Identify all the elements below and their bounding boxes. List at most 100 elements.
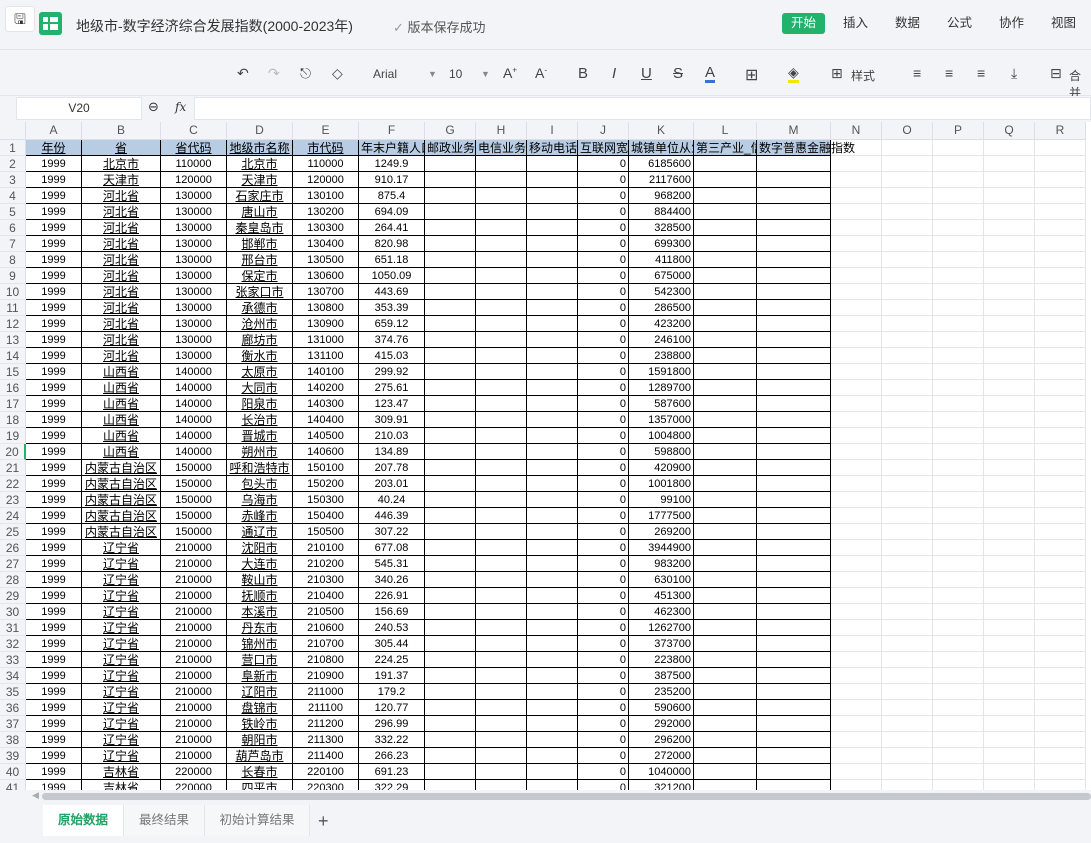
cell[interactable]: 1999 (26, 364, 82, 380)
cell[interactable]: 0 (578, 396, 629, 412)
cell[interactable] (425, 764, 476, 780)
cell[interactable] (984, 332, 1035, 348)
cell[interactable]: 545.31 (359, 556, 425, 572)
cell[interactable] (933, 172, 984, 188)
cell[interactable]: 659.12 (359, 316, 425, 332)
cell[interactable] (425, 380, 476, 396)
cell[interactable] (694, 364, 757, 380)
cell[interactable] (694, 780, 757, 790)
cell[interactable] (476, 636, 527, 652)
row-header[interactable]: 19 (0, 428, 26, 444)
cell-header[interactable]: 年份 (26, 140, 82, 156)
cell[interactable] (694, 588, 757, 604)
cell[interactable]: 0 (578, 684, 629, 700)
cell[interactable]: 0 (578, 572, 629, 588)
cell[interactable]: 1999 (26, 380, 82, 396)
cell[interactable] (757, 780, 831, 790)
cell[interactable]: 179.2 (359, 684, 425, 700)
cell[interactable] (476, 236, 527, 252)
cell[interactable] (831, 556, 882, 572)
cell[interactable] (694, 668, 757, 684)
cell[interactable]: 130000 (161, 220, 227, 236)
cell[interactable]: 0 (578, 748, 629, 764)
clear-format-icon[interactable]: ◇ (332, 65, 343, 82)
cell[interactable]: 0 (578, 348, 629, 364)
cell[interactable]: 211100 (293, 700, 359, 716)
cell[interactable] (933, 620, 984, 636)
decrease-font-icon[interactable]: A- (535, 65, 547, 81)
cell[interactable]: 210800 (293, 652, 359, 668)
cell[interactable] (882, 460, 933, 476)
cell[interactable]: 3944900 (629, 540, 694, 556)
cell[interactable] (1035, 348, 1086, 364)
name-box[interactable]: V20 (16, 97, 142, 120)
cell[interactable] (984, 268, 1035, 284)
cell[interactable] (425, 732, 476, 748)
menu-formula[interactable]: 公式 (938, 13, 981, 34)
cell[interactable]: 130300 (293, 220, 359, 236)
cell[interactable] (527, 748, 578, 764)
cell[interactable] (1035, 716, 1086, 732)
cell[interactable]: 吉林省 (82, 764, 161, 780)
cell[interactable]: 130000 (161, 284, 227, 300)
cell[interactable]: 420900 (629, 460, 694, 476)
column-header-m[interactable]: M (757, 122, 831, 140)
cell[interactable]: 山西省 (82, 444, 161, 460)
cell[interactable]: 210000 (161, 652, 227, 668)
row-header[interactable]: 22 (0, 476, 26, 492)
row-header[interactable]: 11 (0, 300, 26, 316)
cell[interactable] (882, 604, 933, 620)
cell[interactable] (831, 764, 882, 780)
cell[interactable]: 辽宁省 (82, 620, 161, 636)
cell[interactable]: 1999 (26, 236, 82, 252)
cell-header[interactable]: 省 (82, 140, 161, 156)
cell[interactable] (984, 732, 1035, 748)
cell[interactable]: 山西省 (82, 412, 161, 428)
cell[interactable] (831, 492, 882, 508)
cell[interactable] (831, 204, 882, 220)
cell[interactable] (476, 444, 527, 460)
cell[interactable] (933, 396, 984, 412)
cell[interactable]: 130000 (161, 316, 227, 332)
cell[interactable]: 辽宁省 (82, 652, 161, 668)
cell[interactable] (1035, 156, 1086, 172)
cell[interactable]: 朔州市 (227, 444, 293, 460)
cell[interactable] (882, 140, 933, 156)
cell[interactable] (527, 636, 578, 652)
cell[interactable] (882, 476, 933, 492)
cell[interactable] (476, 252, 527, 268)
cell[interactable]: 1050.09 (359, 268, 425, 284)
cell[interactable] (527, 412, 578, 428)
cell[interactable]: 河北省 (82, 300, 161, 316)
cell[interactable]: 1999 (26, 252, 82, 268)
cell[interactable] (831, 332, 882, 348)
cell[interactable] (757, 620, 831, 636)
cell[interactable]: 150000 (161, 492, 227, 508)
column-header-i[interactable]: I (527, 122, 578, 140)
column-header-h[interactable]: H (476, 122, 527, 140)
row-header[interactable]: 40 (0, 764, 26, 780)
cell[interactable] (757, 476, 831, 492)
sheet-tab-raw[interactable]: 原始数据 (43, 805, 124, 836)
cell[interactable]: 沈阳市 (227, 540, 293, 556)
cell[interactable]: 246100 (629, 332, 694, 348)
cell[interactable]: 1999 (26, 668, 82, 684)
cell[interactable]: 210000 (161, 748, 227, 764)
cell[interactable] (882, 252, 933, 268)
cell[interactable]: 286500 (629, 300, 694, 316)
cell[interactable] (831, 732, 882, 748)
sheet-tab-initial[interactable]: 初始计算结果 (205, 805, 310, 836)
row-header[interactable]: 4 (0, 188, 26, 204)
cell[interactable] (476, 572, 527, 588)
align-right-icon[interactable]: ≡ (977, 65, 985, 81)
cell[interactable]: 内蒙古自治区 (82, 508, 161, 524)
cell[interactable] (425, 588, 476, 604)
cell[interactable] (527, 556, 578, 572)
cell[interactable] (757, 284, 831, 300)
cell[interactable]: 321200 (629, 780, 694, 790)
cell[interactable] (694, 284, 757, 300)
cell[interactable]: 辽阳市 (227, 684, 293, 700)
cell[interactable]: 0 (578, 508, 629, 524)
row-header[interactable]: 35 (0, 684, 26, 700)
cell[interactable] (1035, 540, 1086, 556)
